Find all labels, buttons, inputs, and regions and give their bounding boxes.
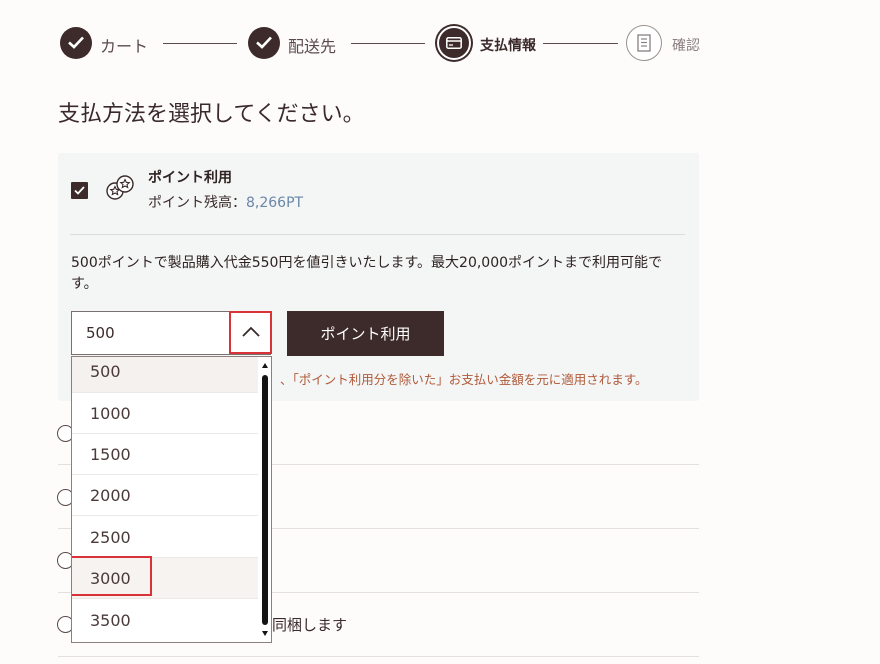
dropdown-option[interactable]: 1500 [72,434,258,475]
use-points-checkbox[interactable] [71,182,88,199]
step-2-label: 配送先 [288,37,337,56]
points-balance-value: 8,266PT [246,195,304,211]
points-balance-label: ポイント残高： [148,195,246,211]
step-connector [351,43,425,44]
dropdown-option-highlighted[interactable]: 3000 [72,556,258,599]
dropdown-option[interactable]: 3500 [72,600,258,641]
coins-icon [106,175,134,200]
scrollbar[interactable] [260,357,271,642]
scroll-up-arrow-icon[interactable] [262,363,268,368]
select-toggle[interactable] [229,311,272,354]
points-select-value: 500 [86,324,115,342]
dropdown-option[interactable]: 2000 [72,475,258,516]
points-title: ポイント利用 [148,170,232,186]
points-amount-select[interactable]: 500 [71,311,272,355]
step-connector [163,43,237,44]
step-3-label: 支払情報 [480,38,536,54]
step-4-document-icon [626,25,662,61]
dropdown-option[interactable]: 500 [72,357,258,393]
payment-method-label: 同梱します [272,616,348,634]
dropdown-option[interactable]: 2500 [72,517,258,558]
dropdown-option[interactable]: 1000 [72,393,258,434]
step-connector [543,43,618,44]
step-4-label: 確認 [672,38,700,54]
divider [58,656,699,657]
checkout-stepper: カート 配送先 支払情報 確認 [60,25,700,61]
step-2-check-icon [248,27,280,59]
points-description: 500ポイントで製品購入代金550円を値引きいたします。最大20,000ポイント… [71,255,663,292]
step-1-check-icon [60,27,92,59]
step-3-card-icon [437,26,471,60]
chevron-up-icon [242,326,260,337]
points-dropdown-list[interactable]: 500 1000 1500 2000 2500 3000 3500 [71,356,272,643]
points-balance: ポイント残高：8,266PT [148,192,303,212]
step-1-label: カート [100,37,149,56]
points-note: 、「ポイント利用分を除いた」お支払い金額を元に適用されます。 [280,372,648,387]
apply-points-button[interactable]: ポイント利用 [287,311,444,356]
divider [70,234,685,235]
page-heading: 支払方法を選択してください。 [58,102,365,127]
scroll-down-arrow-icon[interactable] [262,631,268,636]
scrollbar-thumb[interactable] [262,375,268,625]
